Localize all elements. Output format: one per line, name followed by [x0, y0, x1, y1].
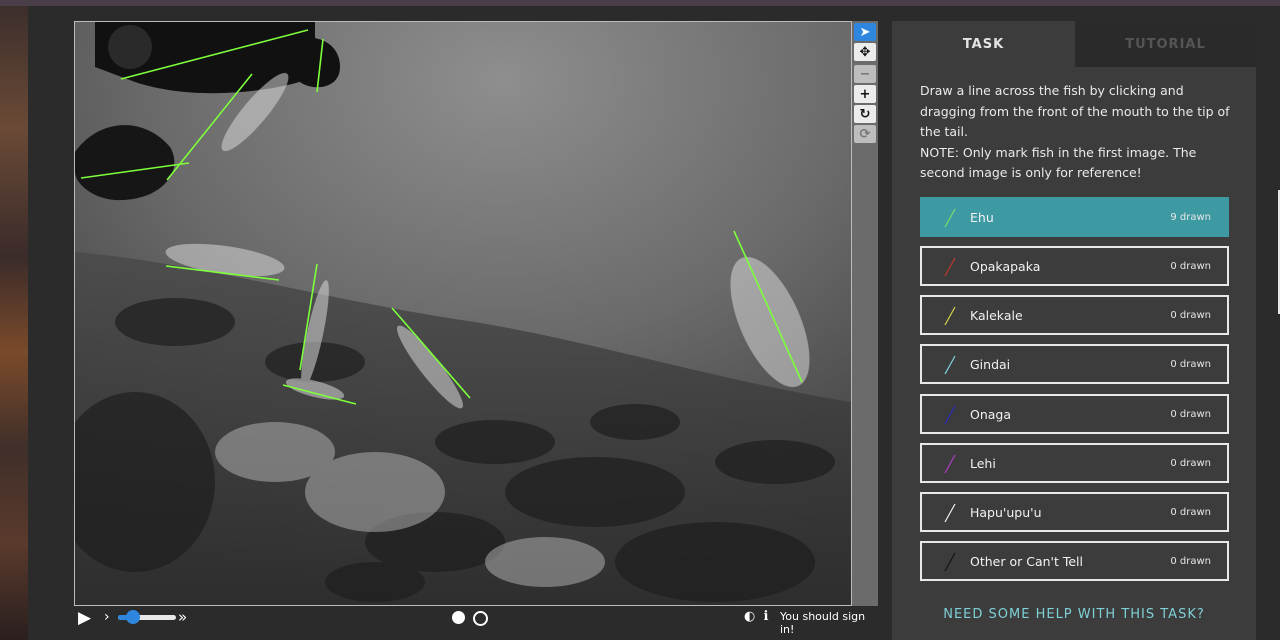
line-tool-icon [944, 355, 956, 375]
frame-dot-1[interactable] [452, 611, 465, 624]
line-tool-icon [944, 454, 956, 474]
choice-label: Kalekale [970, 308, 1023, 323]
choice-label: Lehi [970, 456, 996, 471]
instruction-text: Draw a line across the fish by clicking … [920, 83, 1230, 139]
task-panel: TASK TUTORIAL Draw a line across the fis… [892, 21, 1256, 640]
choice-other[interactable]: Other or Can't Tell 0 drawn [920, 541, 1229, 581]
speed-slider-handle[interactable] [125, 610, 140, 624]
choice-count: 9 drawn [1170, 212, 1211, 223]
rotate-icon[interactable]: ↻ [854, 105, 876, 123]
zoom-in-icon[interactable]: + [854, 85, 876, 103]
top-bar [0, 0, 1280, 6]
instruction-note: NOTE: Only mark fish in the first image.… [920, 144, 1197, 181]
choice-count: 0 drawn [1170, 310, 1211, 321]
annotate-pointer-icon[interactable]: ➤ [854, 23, 876, 41]
background-left-edge [0, 0, 28, 640]
choice-count: 0 drawn [1170, 409, 1211, 420]
choice-gindai[interactable]: Gindai 0 drawn [920, 344, 1229, 384]
line-tool-icon [944, 405, 956, 425]
contrast-icon[interactable]: ◐ [744, 609, 755, 624]
choice-count: 0 drawn [1170, 458, 1211, 469]
choice-lehi[interactable]: Lehi 0 drawn [920, 443, 1229, 483]
tab-task[interactable]: TASK [892, 21, 1075, 67]
choice-label: Hapu'upu'u [970, 505, 1042, 520]
subject-image-viewer[interactable] [74, 21, 852, 606]
chevron-right-icon: › [104, 609, 110, 625]
panel-tabs: TASK TUTORIAL [892, 21, 1256, 67]
choice-label: Opakapaka [970, 259, 1041, 274]
info-icon[interactable]: ℹ [763, 609, 768, 624]
choice-label: Gindai [970, 357, 1011, 372]
help-link[interactable]: NEED SOME HELP WITH THIS TASK? [892, 607, 1256, 622]
choice-count: 0 drawn [1170, 556, 1211, 567]
play-icon[interactable]: ▶ [78, 608, 91, 628]
choice-count: 0 drawn [1170, 261, 1211, 272]
line-tool-icon [944, 208, 956, 228]
line-tool-icon [944, 503, 956, 523]
move-icon[interactable]: ✥ [854, 43, 876, 61]
zoom-out-icon[interactable]: − [854, 65, 876, 83]
choice-label: Other or Can't Tell [970, 554, 1083, 569]
choice-opakapaka[interactable]: Opakapaka 0 drawn [920, 246, 1229, 286]
line-tool-icon [944, 257, 956, 277]
choice-count: 0 drawn [1170, 507, 1211, 518]
sign-in-prompt[interactable]: You should sign in! [780, 610, 880, 636]
choice-count: 0 drawn [1170, 359, 1211, 370]
image-toolbar: ➤ ✥ − + ↻ ⟳ [852, 21, 878, 606]
underwater-fish-image[interactable] [75, 22, 851, 605]
choice-kalekale[interactable]: Kalekale 0 drawn [920, 295, 1229, 335]
double-chevron-right-icon: » [178, 608, 188, 626]
choice-hapuupuu[interactable]: Hapu'upu'u 0 drawn [920, 492, 1229, 532]
status-icons: ◐ ℹ [744, 609, 768, 624]
frame-dot-2[interactable] [473, 611, 488, 626]
choice-label: Onaga [970, 407, 1012, 422]
line-tool-icon [944, 306, 956, 326]
choice-label: Ehu [970, 210, 994, 225]
line-tool-icon [944, 552, 956, 572]
task-instructions: Draw a line across the fish by clicking … [920, 81, 1238, 184]
playback-controls: ▶ › » ◐ ℹ You should sign in! [74, 606, 880, 636]
tab-tutorial[interactable]: TUTORIAL [1075, 21, 1256, 67]
choice-onaga[interactable]: Onaga 0 drawn [920, 394, 1229, 434]
reset-icon[interactable]: ⟳ [854, 125, 876, 143]
choice-ehu[interactable]: Ehu 9 drawn [920, 197, 1229, 237]
